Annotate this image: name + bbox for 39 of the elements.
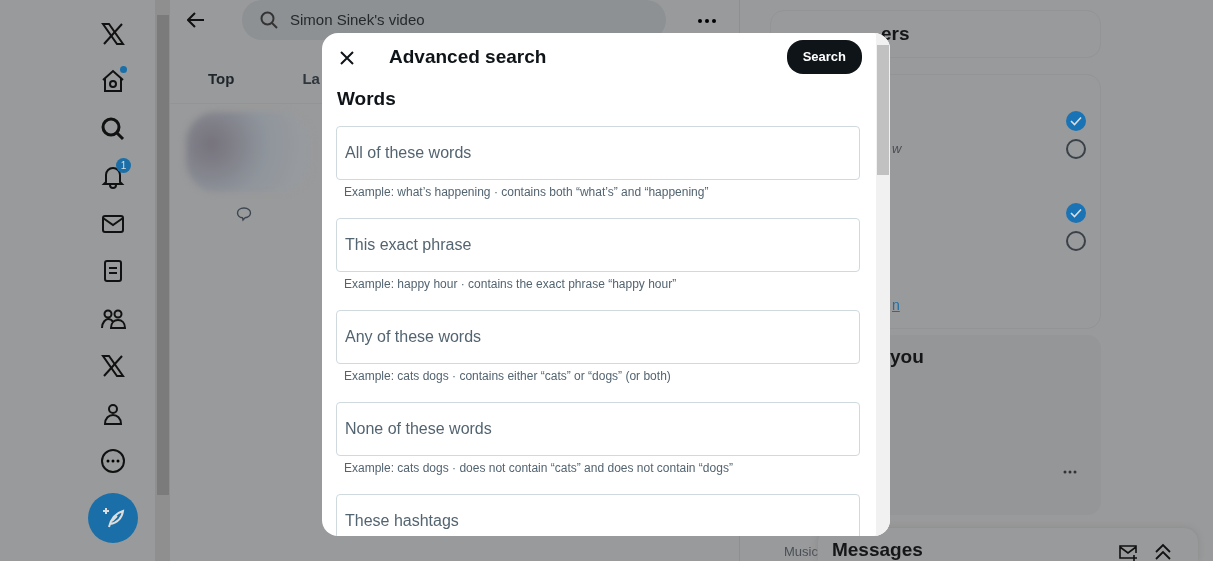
card-title: you [889,345,925,369]
input-field[interactable]: Any of these words [336,309,860,364]
input-field[interactable]: These hashtags [336,493,860,536]
search-icon[interactable] [100,115,126,142]
search-icon [260,11,278,29]
more-icon[interactable] [1063,469,1077,474]
new-message-icon[interactable] [1117,543,1138,561]
x-logo-icon[interactable] [100,353,126,380]
radio-button[interactable] [1066,111,1086,131]
radio-button[interactable] [1066,139,1086,159]
dialog-title: Advanced search [389,44,547,69]
double-chevron-up-icon[interactable] [1153,543,1172,561]
drawer-title: Messages [830,539,923,561]
input-field[interactable]: None of these words [336,401,860,456]
check-icon [1070,208,1082,218]
field-hint: Example: cats dogs · contains either “cats” or “dogs” (or both) [343,367,672,385]
home-icon[interactable] [100,68,126,95]
page-scrollbar[interactable] [155,0,170,561]
radio-button[interactable] [1066,203,1086,223]
comment-icon[interactable] [236,206,252,222]
tab[interactable]: La [302,56,320,103]
messages-drawer[interactable]: Messages [817,528,1198,561]
field-hint: Example: happy hour · contains the exact phrase “happy hour” [343,275,678,293]
compose-button[interactable] [88,493,138,543]
check-icon [1070,116,1082,126]
notification-count: 1 [116,157,131,173]
more-circle-icon[interactable] [100,448,126,475]
field-hint: Example: what’s happening · contains both “what’s” and “happening” [343,183,710,201]
input-field[interactable]: This exact phrase [336,217,860,272]
input-field[interactable]: All of these words [336,125,860,180]
search-text: Simon Sinek's video [290,9,425,30]
option-label: w [892,140,902,159]
music-label: Music [783,542,818,561]
tab[interactable]: Top [208,56,235,103]
section-heading: Words [337,87,397,111]
search-button[interactable]: Search [786,40,862,74]
radio-button[interactable] [1066,231,1086,251]
x-logo-icon[interactable] [100,20,126,47]
field-hint: Example: cats dogs · does not contain “cats” and does not contain “dogs” [343,459,734,477]
